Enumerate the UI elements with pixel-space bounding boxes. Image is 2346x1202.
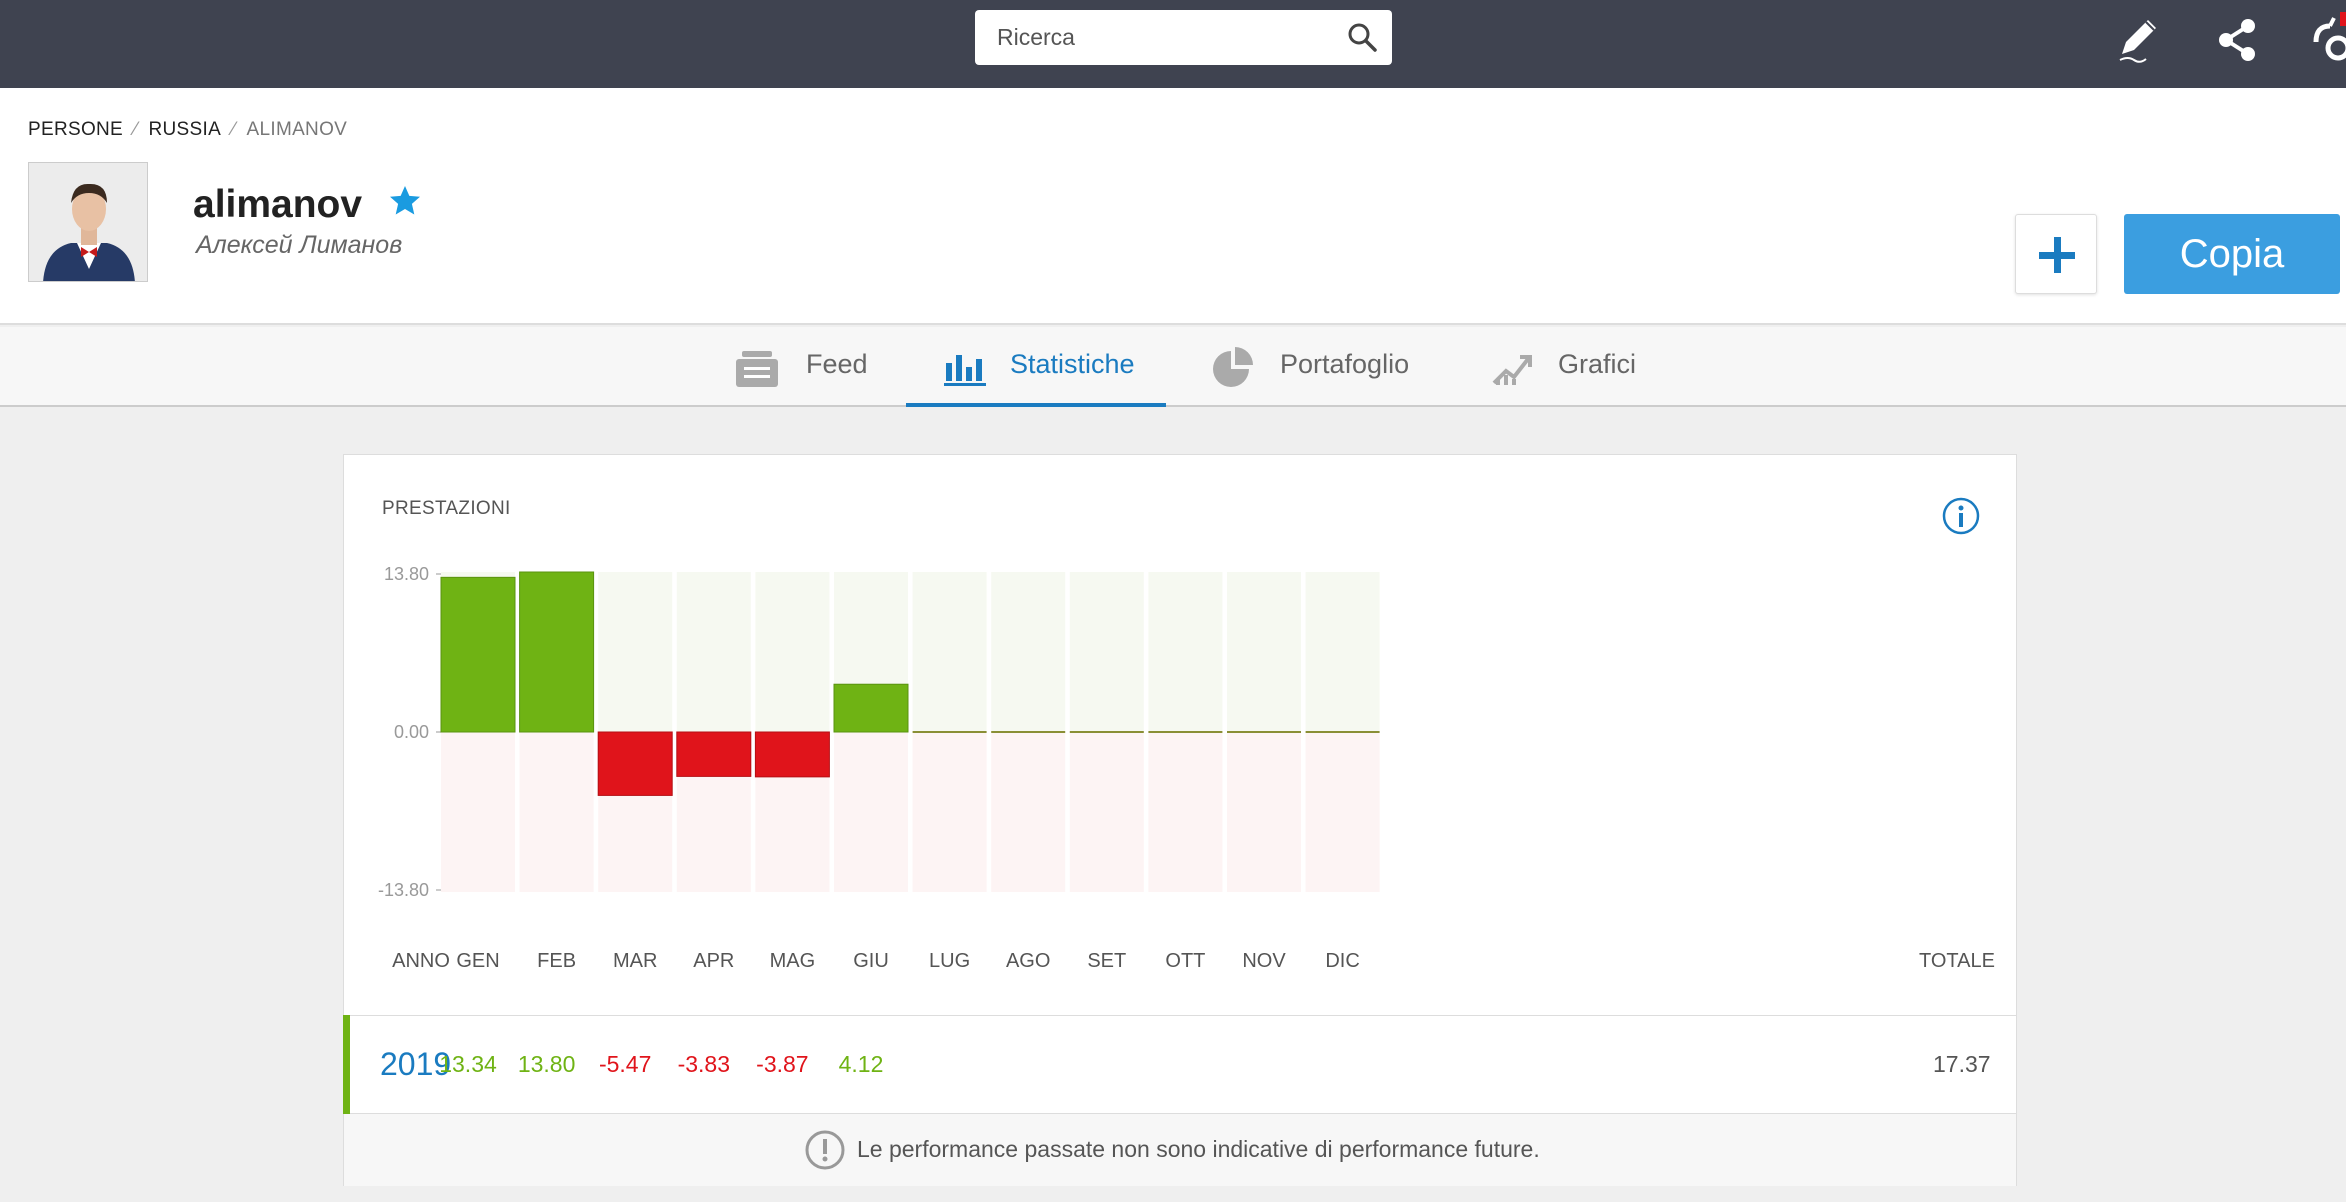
bar-background-negative [519,732,594,892]
row-value-feb: 13.80 [517,1051,576,1077]
row-value-mag: -3.87 [756,1051,809,1077]
top-bar [0,0,2346,88]
copy-button[interactable]: Copia [2124,214,2340,294]
tab-statistics[interactable]: Statistiche [906,327,1166,407]
col-header-set: SET [1087,950,1127,972]
bar-background-positive [1069,572,1144,732]
bar-ago[interactable] [991,731,1066,733]
bar-background-negative [991,732,1066,892]
profile-header: PERSONE ⁄ RUSSIA ⁄ ALIMANOV alimanov Алексей… [0,88,2346,325]
bar-background-negative [1305,732,1380,892]
star-icon[interactable] [387,183,423,219]
brand-logo-icon[interactable] [2304,12,2346,68]
bar-background-negative [834,732,908,892]
pie-chart-icon [1213,347,1253,387]
search-icon[interactable] [1346,21,1378,53]
bar-mar[interactable] [597,731,673,796]
row-accent [343,1015,350,1114]
info-icon[interactable] [1941,496,1981,536]
tab-charts[interactable]: Grafici [1490,327,1650,407]
pencil-icon[interactable] [2110,12,2166,68]
bar-ott[interactable] [1148,731,1223,733]
tab-feed-label: Feed [806,349,868,379]
tab-bar: Feed Statistiche Portafoglio Grafici [0,327,2346,407]
row-total: 17.37 [1933,1051,1991,1077]
bar-dic[interactable] [1305,731,1380,733]
bar-background-negative [1227,732,1301,892]
performance-chart: 13.80 0.00 -13.80 [378,564,1380,900]
bar-background-positive [755,572,830,732]
disclaimer: Le performance passate non sono indicati… [344,1114,2016,1186]
bar-background-positive [1305,572,1380,732]
bar-apr[interactable] [676,731,752,777]
y-tick-label: -13.80 [378,880,429,900]
bar-feb[interactable] [519,571,595,733]
bar-background-negative [912,732,987,892]
share-icon[interactable] [2210,12,2266,68]
avatar[interactable] [28,162,148,282]
performance-card: PRESTAZIONI 13.80 0.00 -13.80 ANNO TOTALE … [343,454,2017,1186]
tab-portfolio-label: Portafoglio [1280,349,1410,379]
bar-nov[interactable] [1227,731,1301,733]
row-value-gen: 13.34 [439,1051,497,1077]
avatar-image [29,163,147,281]
username: alimanov [193,183,363,226]
bar-gen[interactable] [440,576,516,733]
tab-charts-label: Grafici [1558,349,1637,379]
col-header-mar: MAR [612,950,658,972]
col-header-dic: DIC [1325,950,1360,972]
row-value-apr: -3.83 [677,1051,731,1077]
bar-background-positive [676,572,751,732]
bar-mag[interactable] [754,731,830,778]
col-header-feb: FEB [537,950,577,972]
col-header-giu: GIU [853,950,889,972]
search-box[interactable] [975,10,1392,65]
y-tick-label: 0.00 [394,722,429,742]
bar-background-positive [1227,572,1301,732]
bar-background-positive [912,572,987,732]
tab-portfolio[interactable]: Portafoglio [1210,327,1420,407]
bar-background-positive [991,572,1066,732]
col-header-year: ANNO [392,950,450,972]
breadcrumb-current: ALIMANOV [246,119,348,140]
feed-icon [736,351,778,387]
column-headers: ANNO TOTALE GEN FEB MAR APR MAG GIU LUG AGO SET O… [344,950,2018,980]
breadcrumb-country[interactable]: RUSSIA [149,119,222,140]
bar-background-positive [1148,572,1223,732]
bar-background-negative [1069,732,1144,892]
col-header-nov: NOV [1242,950,1286,972]
col-header-mag: MAG [769,950,816,972]
tab-statistics-label: Statistiche [1010,349,1135,379]
search-input[interactable] [975,10,1335,65]
row-value-mar: -5.47 [598,1051,652,1077]
warning-icon [805,1130,845,1170]
col-header-ott: OTT [1165,950,1206,972]
tab-feed[interactable]: Feed [734,327,884,407]
real-name: Алексей Лиманов [196,231,403,259]
disclaimer-text: Le performance passate non sono indicati… [857,1136,1540,1162]
bar-lug[interactable] [912,731,987,733]
bar-chart-icon [944,355,986,386]
trend-chart-icon [1492,355,1532,385]
breadcrumb: PERSONE ⁄ RUSSIA ⁄ ALIMANOV [28,119,348,140]
col-header-lug: LUG [929,950,971,972]
bar-background-negative [1148,732,1223,892]
bar-set[interactable] [1069,731,1144,733]
row-value-giu: 4.12 [838,1051,884,1077]
bar-background-negative [441,732,515,892]
breadcrumb-people[interactable]: PERSONE [28,119,123,140]
y-tick-label: 13.80 [384,564,429,584]
col-header-ago: AGO [1005,950,1051,972]
bar-giu[interactable] [833,683,909,733]
plus-icon [2039,237,2075,273]
table-row[interactable]: 2019 17.37 13.34 13.80 -5.47 -3.83 -3.87 4.12 [343,1015,2016,1114]
card-title: PRESTAZIONI [382,498,511,519]
col-header-apr: APR [693,950,735,972]
col-header-gen: GEN [456,950,500,972]
bar-background-positive [598,572,673,732]
add-to-watchlist-button[interactable] [2015,214,2097,294]
col-header-total: TOTALE [1919,950,1995,972]
